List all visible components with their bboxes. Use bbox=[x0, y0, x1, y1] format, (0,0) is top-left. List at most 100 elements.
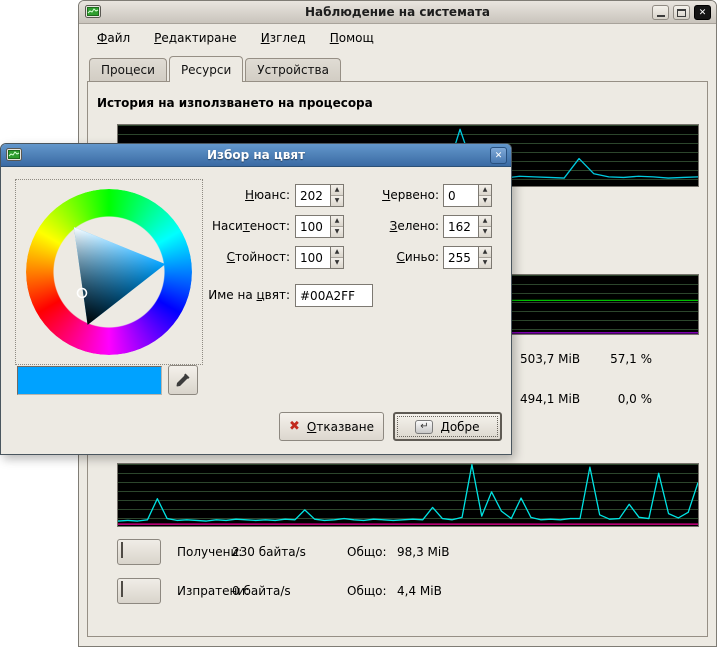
cancel-label: Отказване bbox=[307, 420, 374, 434]
hue-label: Нюанс: bbox=[151, 184, 290, 207]
arrow-down-icon: ▼ bbox=[483, 228, 488, 235]
label-accel: П bbox=[330, 31, 339, 45]
label-post: обре bbox=[450, 420, 480, 434]
hsv-triangle-black-shade bbox=[74, 227, 165, 325]
ok-label: Добре bbox=[440, 420, 479, 434]
label-accel: Д bbox=[440, 420, 449, 434]
spin-down-button[interactable]: ▼ bbox=[479, 257, 491, 268]
spin-down-button[interactable]: ▼ bbox=[479, 226, 491, 237]
memory-percent-value: 57,1 % bbox=[560, 352, 652, 366]
blue-input[interactable] bbox=[444, 247, 478, 268]
label-accel: О bbox=[307, 420, 316, 434]
label-post: ервено: bbox=[390, 188, 439, 202]
label-post: айл bbox=[107, 31, 130, 45]
saturation-input[interactable] bbox=[296, 216, 330, 237]
sent-color-button[interactable] bbox=[117, 578, 161, 604]
network-sent-row: Изпратени: 0 байта/s Общо: 4,4 MiB bbox=[88, 578, 707, 604]
hue-input[interactable] bbox=[296, 185, 330, 206]
menubar: Файл Редактиране Изглед Помощ bbox=[79, 25, 716, 51]
green-spinbutton: ▲ ▼ bbox=[443, 215, 492, 238]
spin-up-button[interactable]: ▲ bbox=[479, 216, 491, 226]
tab-bar: Процеси Ресурси Устройства bbox=[87, 56, 708, 81]
network-history-chart bbox=[117, 463, 699, 527]
maximize-icon bbox=[677, 9, 686, 17]
label-pre: Име на bbox=[208, 288, 256, 302]
network-received-row: Получени: 230 байта/s Общо: 98,3 MiB bbox=[88, 539, 707, 565]
label-accel: Н bbox=[245, 188, 254, 202]
tab-resources[interactable]: Ресурси bbox=[169, 56, 243, 82]
arrow-up-icon: ▲ bbox=[483, 186, 488, 193]
label-post: еност: bbox=[250, 219, 290, 233]
minimize-icon bbox=[657, 15, 665, 17]
menu-file[interactable]: Файл bbox=[93, 29, 134, 47]
label-pre: Наси bbox=[212, 219, 243, 233]
dialog-title: Избор на цвят bbox=[1, 148, 511, 162]
cpu-history-heading: История на използването на процесора bbox=[97, 96, 373, 110]
tab-processes[interactable]: Процеси bbox=[89, 58, 167, 81]
blue-spinbutton: ▲ ▼ bbox=[443, 246, 492, 269]
spin-up-button[interactable]: ▲ bbox=[479, 247, 491, 257]
label-post: вят: bbox=[265, 288, 290, 302]
spin-down-button[interactable]: ▼ bbox=[479, 195, 491, 206]
received-color-swatch bbox=[121, 542, 123, 558]
maximize-button[interactable] bbox=[673, 5, 690, 20]
red-spinbutton: ▲ ▼ bbox=[443, 184, 492, 207]
minimize-button[interactable] bbox=[652, 5, 669, 20]
green-input[interactable] bbox=[444, 216, 478, 237]
menu-view[interactable]: Изглед bbox=[257, 29, 310, 47]
sent-total-label: Общо: bbox=[347, 584, 387, 598]
eyedropper-icon bbox=[175, 372, 191, 388]
arrow-down-icon: ▼ bbox=[483, 197, 488, 204]
hsv-triangle[interactable] bbox=[26, 189, 192, 355]
red-label: Червено: bbox=[331, 184, 439, 207]
blue-label: Синьо: bbox=[331, 246, 439, 269]
green-spin-arrows: ▲ ▼ bbox=[478, 216, 491, 237]
received-total-label: Общо: bbox=[347, 545, 387, 559]
blue-spin-arrows: ▲ ▼ bbox=[478, 247, 491, 268]
label-post: тойност: bbox=[235, 250, 290, 264]
red-spin-arrows: ▲ ▼ bbox=[478, 185, 491, 206]
dialog-close-button[interactable]: ✕ bbox=[490, 147, 507, 164]
received-rate: 230 байта/s bbox=[232, 545, 306, 559]
close-icon: ✕ bbox=[699, 8, 707, 18]
color-name-label: Име на цвят: bbox=[151, 284, 290, 307]
label-accel: С bbox=[397, 250, 405, 264]
red-input[interactable] bbox=[444, 185, 478, 206]
label-accel: Ф bbox=[97, 31, 107, 45]
label-post: юанс: bbox=[254, 188, 290, 202]
label-post: елено: bbox=[397, 219, 439, 233]
label-post: едактиране bbox=[161, 31, 236, 45]
eyedropper-button[interactable] bbox=[168, 365, 198, 395]
swap-percent-value: 0,0 % bbox=[560, 392, 652, 406]
value-label: Стойност: bbox=[151, 246, 290, 269]
label-post: иньо: bbox=[405, 250, 439, 264]
green-label: Зелено: bbox=[331, 215, 439, 238]
current-color-preview bbox=[17, 366, 162, 395]
menu-edit[interactable]: Редактиране bbox=[150, 29, 241, 47]
received-color-button[interactable] bbox=[117, 539, 161, 565]
menu-help[interactable]: Помощ bbox=[326, 29, 378, 47]
label-post: зглед bbox=[270, 31, 306, 45]
close-button[interactable]: ✕ bbox=[694, 5, 711, 20]
window-title: Наблюдение на системата bbox=[79, 5, 716, 19]
ok-button[interactable]: ↵ Добре bbox=[393, 412, 502, 441]
sent-total: 4,4 MiB bbox=[397, 584, 442, 598]
tab-devices[interactable]: Устройства bbox=[245, 58, 341, 81]
dialog-titlebar[interactable]: Избор на цвят ✕ bbox=[1, 144, 511, 167]
sent-color-swatch bbox=[121, 581, 123, 597]
arrow-up-icon: ▲ bbox=[483, 217, 488, 224]
spin-up-button[interactable]: ▲ bbox=[479, 185, 491, 195]
arrow-down-icon: ▼ bbox=[483, 259, 488, 266]
label-post: тказване bbox=[316, 420, 374, 434]
color-name-input[interactable] bbox=[295, 284, 373, 307]
window-titlebar[interactable]: Наблюдение на системата ✕ bbox=[79, 1, 716, 24]
cancel-button[interactable]: ✖ Отказване bbox=[279, 412, 384, 441]
label-accel: С bbox=[227, 250, 235, 264]
ok-icon: ↵ bbox=[415, 420, 433, 434]
arrow-up-icon: ▲ bbox=[483, 248, 488, 255]
label-post: омощ bbox=[339, 31, 374, 45]
value-input[interactable] bbox=[296, 247, 330, 268]
label-accel: т bbox=[243, 219, 250, 233]
label-accel: И bbox=[261, 31, 270, 45]
window-controls: ✕ bbox=[652, 5, 711, 20]
